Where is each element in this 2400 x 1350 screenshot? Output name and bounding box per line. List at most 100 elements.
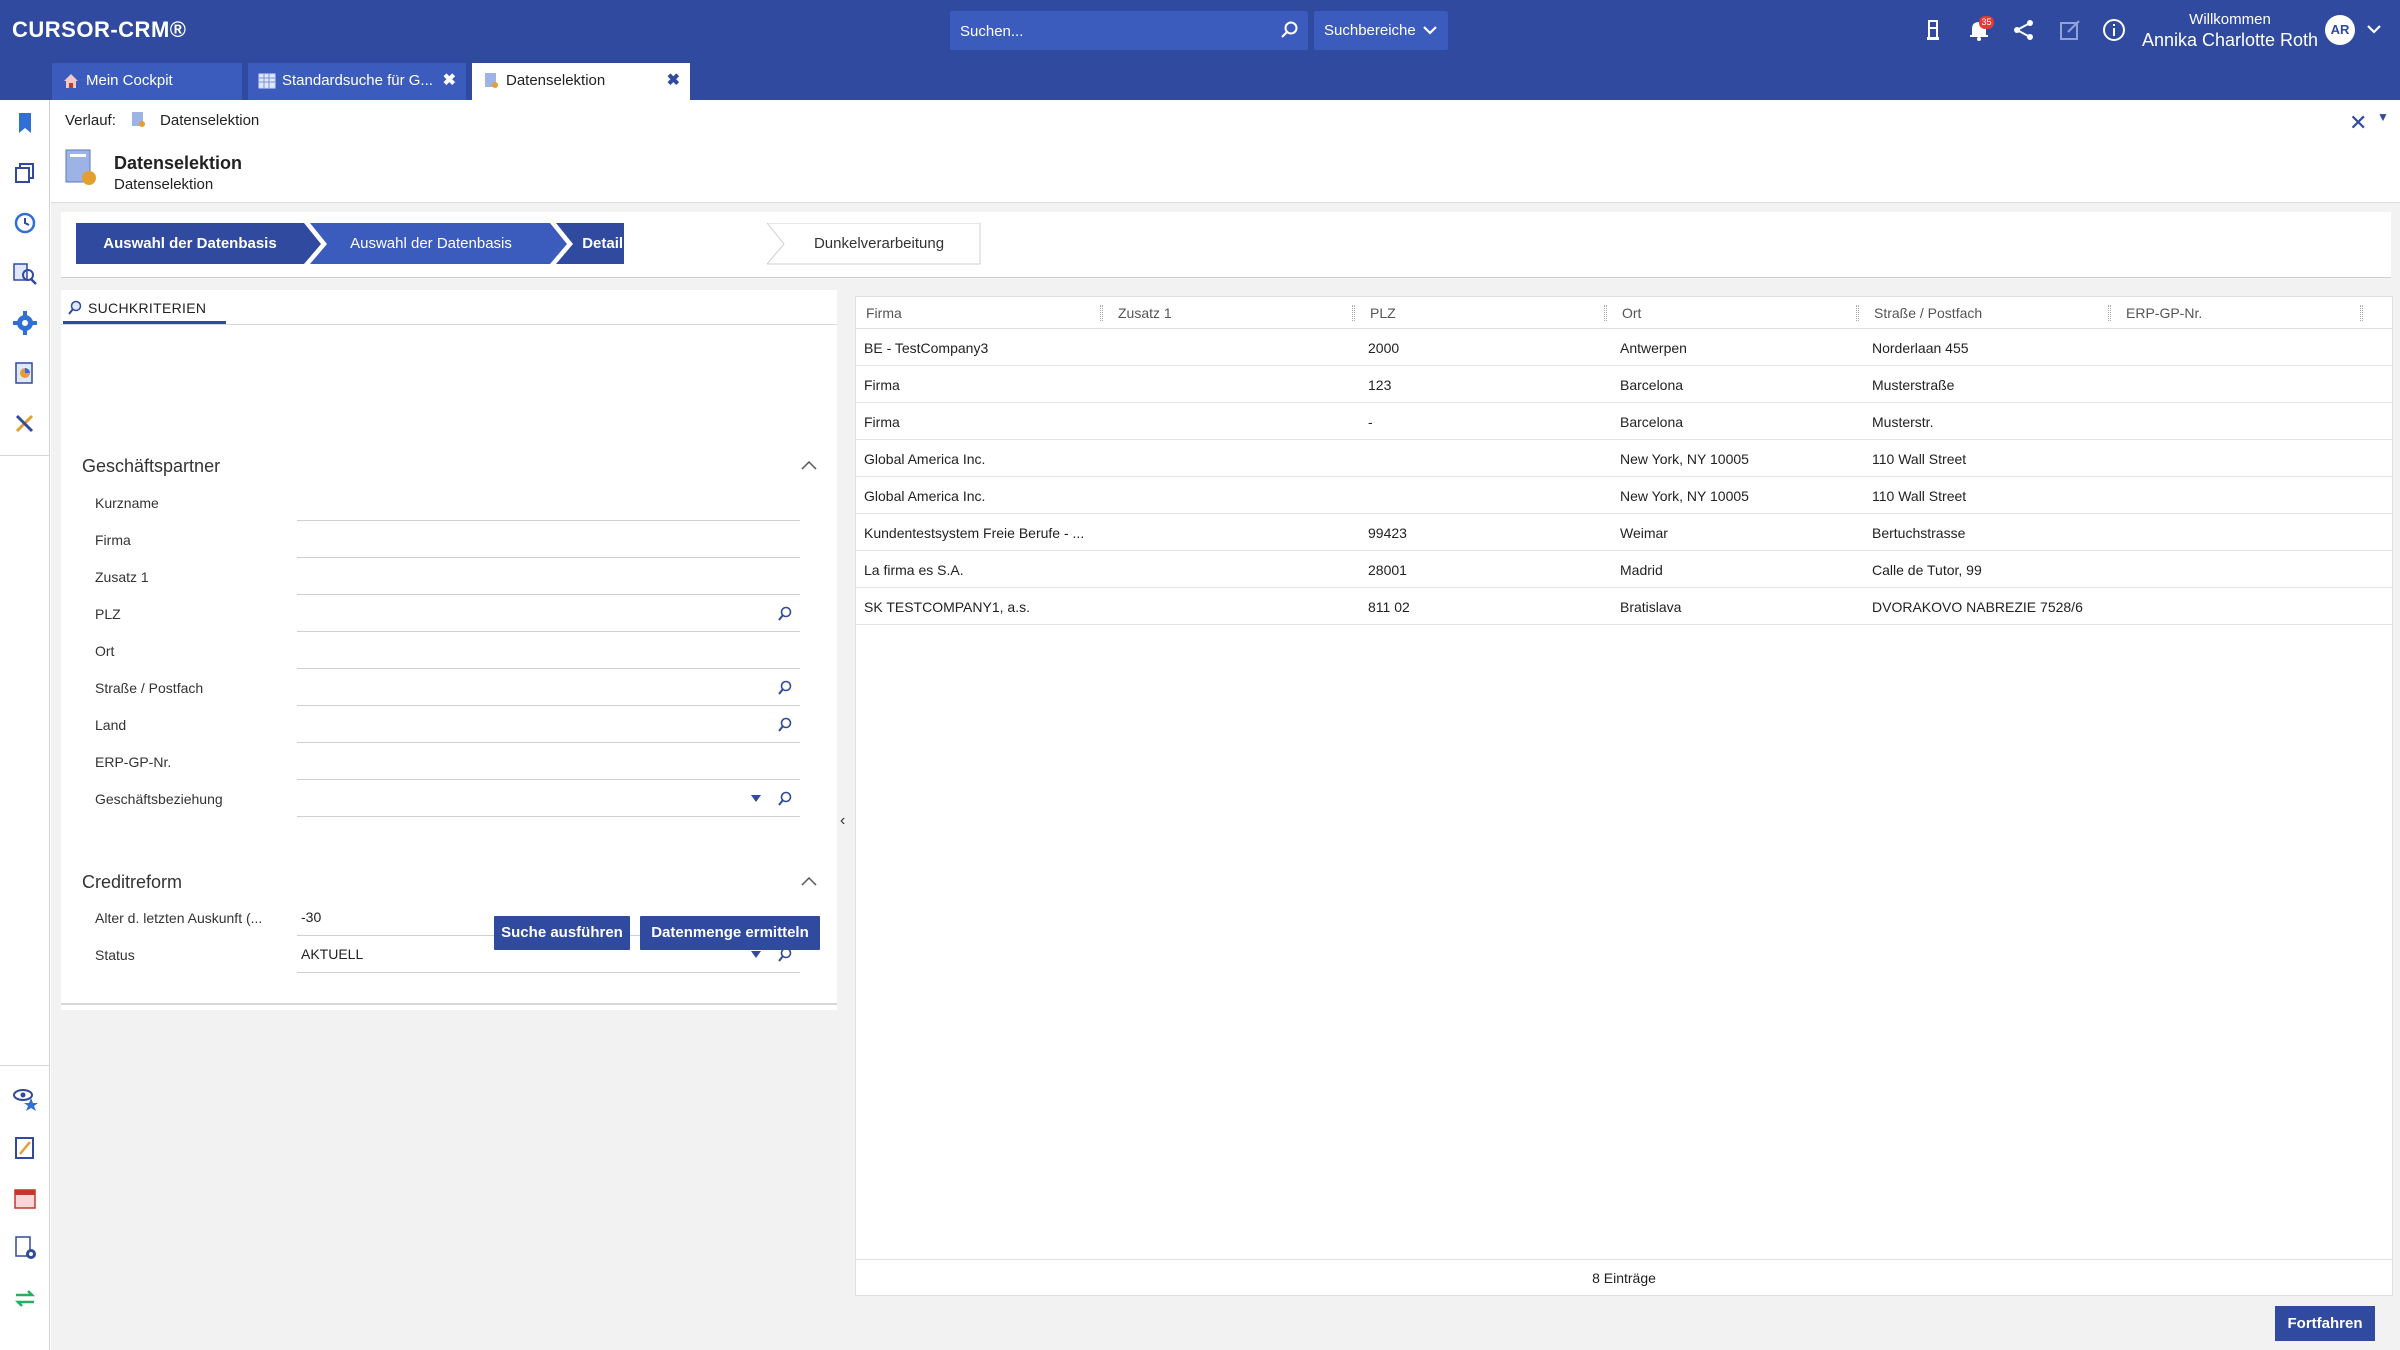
table-row[interactable]: Firma - Barcelona Musterstr. <box>856 403 2392 440</box>
external-link-icon[interactable] <box>2057 17 2083 43</box>
dropdown-arrow-icon[interactable] <box>751 951 761 958</box>
chevron-down-icon[interactable] <box>2366 22 2382 36</box>
edit-note-icon[interactable] <box>12 1135 38 1161</box>
chevron-up-icon[interactable] <box>801 460 817 470</box>
firma-input[interactable] <box>297 521 800 558</box>
strasse-input[interactable] <box>297 669 800 706</box>
avatar[interactable]: AR <box>2325 15 2355 45</box>
ort-field[interactable] <box>301 642 721 658</box>
close-icon[interactable]: ✖ <box>443 70 456 90</box>
document-settings-icon[interactable] <box>12 1235 38 1261</box>
column-resize-handle[interactable] <box>1604 305 1607 321</box>
column-resize-handle[interactable] <box>1352 305 1355 321</box>
cell-plz: 2000 <box>1368 340 1400 356</box>
column-resize-handle[interactable] <box>2360 305 2363 321</box>
lookup-search-icon[interactable] <box>777 606 793 622</box>
geschaeftsbeziehung-field[interactable] <box>301 790 721 806</box>
chevron-up-icon[interactable] <box>801 876 817 886</box>
wizard-step-4[interactable]: Dunkelverarbeitung <box>781 223 977 264</box>
kurzname-input[interactable] <box>297 484 800 521</box>
field-ort: Ort <box>61 632 837 669</box>
table-row[interactable]: SK TESTCOMPANY1, a.s. 811 02 Bratislava … <box>856 588 2392 625</box>
table-row[interactable]: Kundentestsystem Freie Berufe - ... 9942… <box>856 514 2392 551</box>
table-row[interactable]: La firma es S.A. 28001 Madrid Calle de T… <box>856 551 2392 588</box>
column-header-firma[interactable]: Firma <box>866 305 902 321</box>
dropdown-arrow-icon[interactable] <box>751 795 761 802</box>
lookup-search-icon[interactable] <box>777 717 793 733</box>
cell-ort: Barcelona <box>1620 414 1684 430</box>
table-row[interactable]: Global America Inc. New York, NY 10005 1… <box>856 440 2392 477</box>
wizard-step-2[interactable]: Auswahl der Datenbasis <box>316 223 546 264</box>
table-row[interactable]: Global America Inc. New York, NY 10005 1… <box>856 477 2392 514</box>
strasse-field[interactable] <box>301 679 721 695</box>
column-header-ort[interactable]: Ort <box>1622 305 1641 321</box>
run-search-button[interactable]: Suche ausführen <box>494 916 630 950</box>
land-input[interactable] <box>297 706 800 743</box>
erp-gp-nr-field[interactable] <box>301 753 721 769</box>
share-icon[interactable] <box>2011 17 2037 43</box>
search-areas-dropdown[interactable]: Suchbereiche <box>1314 11 1448 50</box>
tools-icon[interactable] <box>12 410 38 436</box>
land-field[interactable] <box>301 716 721 732</box>
section-title-creditreform[interactable]: Creditreform <box>82 872 182 893</box>
column-header-strasse[interactable]: Straße / Postfach <box>1874 305 1982 321</box>
grid-header: Firma Zusatz 1 PLZ Ort Straße / Postfach… <box>856 297 2392 329</box>
lighthouse-icon[interactable] <box>1920 17 1946 43</box>
history-icon[interactable] <box>12 210 38 236</box>
cell-ort: Madrid <box>1620 562 1663 578</box>
close-icon[interactable]: ✖ <box>667 70 680 90</box>
section-title-geschaeftspartner[interactable]: Geschäftspartner <box>82 456 220 477</box>
watch-star-icon[interactable] <box>12 1085 38 1111</box>
kurzname-field[interactable] <box>301 494 721 510</box>
gear-icon[interactable] <box>12 310 38 336</box>
table-row[interactable]: BE - TestCompany3 2000 Antwerpen Norderl… <box>856 329 2392 366</box>
column-resize-handle[interactable] <box>1100 305 1103 321</box>
bookmark-icon[interactable] <box>12 110 38 136</box>
breadcrumb-item[interactable]: Datenselektion <box>160 112 259 129</box>
user-name[interactable]: Annika Charlotte Roth <box>2140 30 2320 51</box>
search-input[interactable] <box>960 19 1260 43</box>
zusatz1-field[interactable] <box>301 568 721 584</box>
cell-strasse: Norderlaan 455 <box>1872 340 1969 356</box>
caret-down-icon[interactable]: ▼ <box>2377 110 2389 124</box>
zusatz1-input[interactable] <box>297 558 800 595</box>
tab-datenselektion[interactable]: Datenselektion ✖ <box>472 63 690 100</box>
field-label: Zusatz 1 <box>95 569 149 585</box>
column-resize-handle[interactable] <box>1856 305 1859 321</box>
column-resize-handle[interactable] <box>2108 305 2111 321</box>
app-logo[interactable]: CURSOR-CRM® <box>12 17 186 43</box>
report-icon[interactable] <box>12 360 38 386</box>
determine-count-button[interactable]: Datenmenge ermitteln <box>640 916 820 950</box>
search-icon[interactable] <box>1280 20 1300 40</box>
column-header-erp-gp-nr[interactable]: ERP-GP-Nr. <box>2126 305 2202 321</box>
tab-suchkriterien[interactable]: SUCHKRITERIEN <box>63 300 226 324</box>
plz-input[interactable] <box>297 595 800 632</box>
tab-mein-cockpit[interactable]: Mein Cockpit <box>52 63 242 100</box>
wizard-step-1[interactable]: Auswahl der Datenbasis <box>76 223 304 264</box>
lookup-search-icon[interactable] <box>777 680 793 696</box>
close-icon[interactable]: ✕ <box>2349 110 2367 136</box>
erp-gp-nr-input[interactable] <box>297 743 800 780</box>
global-search[interactable] <box>950 11 1308 50</box>
table-row[interactable]: Firma 123 Barcelona Musterstraße <box>856 366 2392 403</box>
top-bar: CURSOR-CRM® Suchbereiche 35 Willkommen A… <box>0 0 2400 100</box>
column-header-plz[interactable]: PLZ <box>1370 305 1396 321</box>
calendar-icon[interactable] <box>12 1185 38 1211</box>
ort-input[interactable] <box>297 632 800 669</box>
tab-standardsuche[interactable]: Standardsuche für G... ✖ <box>248 63 466 100</box>
lookup-search-icon[interactable] <box>777 791 793 807</box>
info-icon[interactable] <box>2101 17 2127 43</box>
firma-field[interactable] <box>301 531 721 547</box>
wizard-step-3[interactable]: Detaillierung der Suche <box>561 223 771 264</box>
tab-label: Standardsuche für G... <box>282 72 433 89</box>
geschaeftsbeziehung-select[interactable] <box>297 780 800 817</box>
continue-button[interactable]: Fortfahren <box>2275 1306 2375 1341</box>
plz-field[interactable] <box>301 605 721 621</box>
collapse-panel-icon[interactable]: ‹ <box>840 812 845 830</box>
sync-icon[interactable] <box>12 1285 38 1311</box>
divider <box>61 1003 837 1005</box>
sidebar-divider <box>0 455 50 456</box>
column-header-zusatz1[interactable]: Zusatz 1 <box>1118 305 1172 321</box>
search-list-icon[interactable] <box>12 260 38 286</box>
copy-icon[interactable] <box>12 160 38 186</box>
